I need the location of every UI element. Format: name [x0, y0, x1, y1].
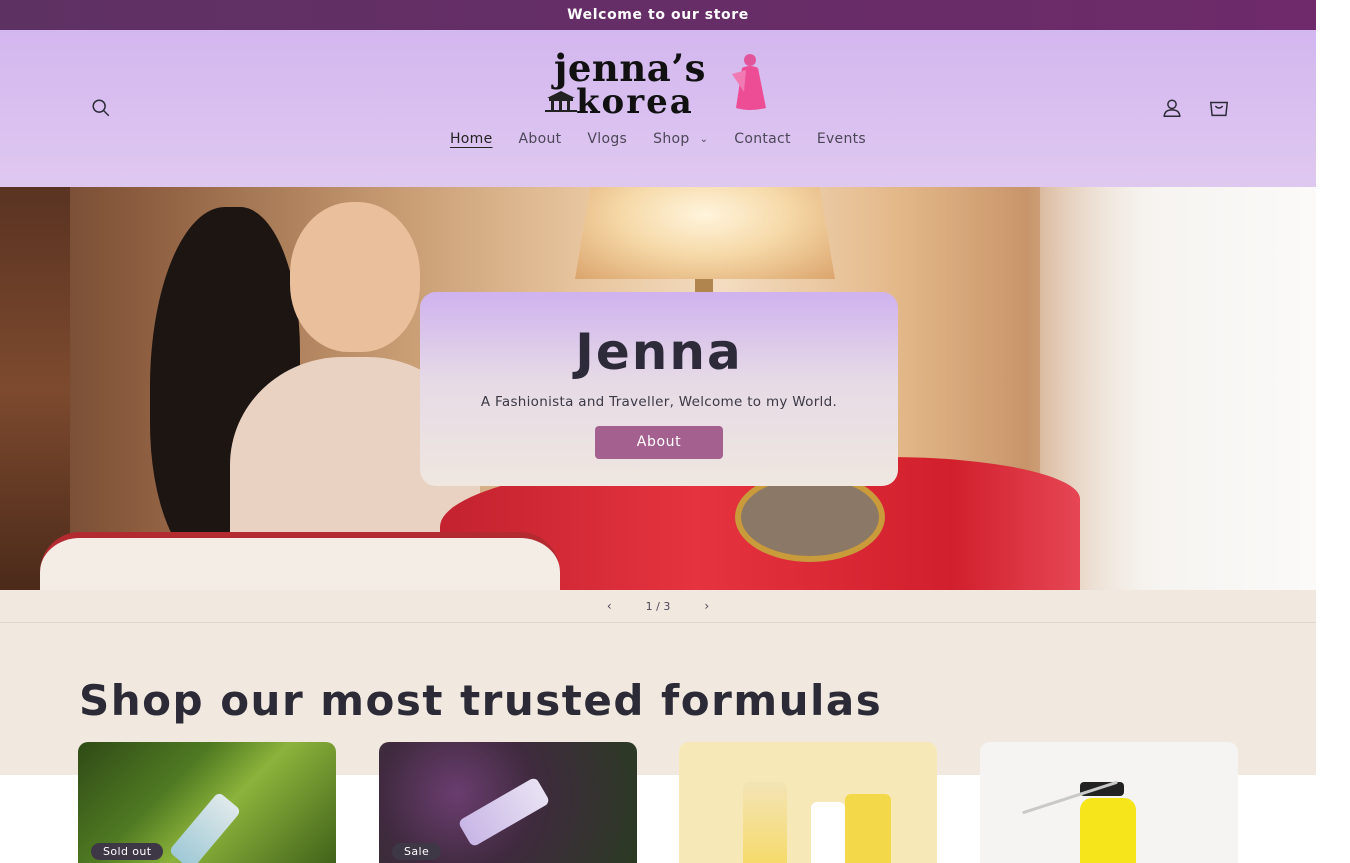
- product-image: [845, 794, 891, 863]
- slideshow-controls: ‹ 1 / 3 ›: [0, 590, 1316, 623]
- nav-contact[interactable]: Contact: [734, 131, 791, 147]
- hero-lamp: [575, 187, 835, 279]
- slide-prev-button[interactable]: ‹: [607, 599, 612, 613]
- product-card[interactable]: [980, 742, 1238, 863]
- nav-events[interactable]: Events: [817, 131, 866, 147]
- hero-about-button[interactable]: About: [595, 426, 723, 459]
- nav-vlogs[interactable]: Vlogs: [587, 131, 627, 147]
- product-image: [743, 782, 787, 863]
- nav-home[interactable]: Home: [450, 131, 493, 147]
- hero-bed-frame: [0, 187, 70, 590]
- saree-figure-icon: [732, 54, 766, 110]
- product-image: [168, 791, 242, 863]
- site-header: jenna’s korea Home About Vlogs Shop ⌄ Co…: [0, 30, 1316, 187]
- product-card[interactable]: Sold out: [78, 742, 336, 863]
- hero-curtain: [1040, 187, 1316, 590]
- chevron-down-icon: ⌄: [699, 133, 709, 145]
- slide-counter: 1 / 3: [645, 599, 671, 613]
- nav-shop[interactable]: Shop ⌄: [653, 131, 708, 147]
- announcement-bar: Welcome to our store: [0, 0, 1316, 30]
- product-card[interactable]: [679, 742, 937, 863]
- cart-icon[interactable]: [1206, 95, 1232, 121]
- product-image: [1080, 798, 1136, 863]
- product-badge-sold-out: Sold out: [91, 843, 164, 860]
- nav-shop-label: Shop: [653, 131, 690, 147]
- hero-subtitle: A Fashionista and Traveller, Welcome to …: [480, 394, 838, 410]
- temple-icon: [545, 91, 577, 112]
- hero-card: Jenna A Fashionista and Traveller, Welco…: [420, 292, 898, 486]
- product-card[interactable]: Sale: [379, 742, 637, 863]
- product-image: [811, 802, 845, 863]
- logo-line-2: korea: [576, 82, 694, 122]
- product-badge-sale: Sale: [392, 843, 442, 860]
- search-icon[interactable]: [88, 95, 114, 121]
- slide-next-button[interactable]: ›: [704, 599, 709, 613]
- announcement-text: Welcome to our store: [567, 7, 749, 23]
- nav-about[interactable]: About: [519, 131, 562, 147]
- site-logo[interactable]: jenna’s korea: [540, 46, 776, 126]
- hero-title: Jenna: [575, 323, 743, 381]
- products-section-title: Shop our most trusted formulas: [79, 676, 883, 725]
- page: Welcome to our store jenna’s korea Home …: [0, 0, 1316, 863]
- hero-pillow: [40, 532, 560, 590]
- product-image: [1080, 782, 1124, 796]
- hero-woman-face: [290, 202, 420, 352]
- hero-banner: Jenna A Fashionista and Traveller, Welco…: [0, 187, 1316, 590]
- user-icon[interactable]: [1159, 95, 1185, 121]
- main-nav: Home About Vlogs Shop ⌄ Contact Events: [0, 131, 1316, 147]
- product-image: [457, 776, 551, 848]
